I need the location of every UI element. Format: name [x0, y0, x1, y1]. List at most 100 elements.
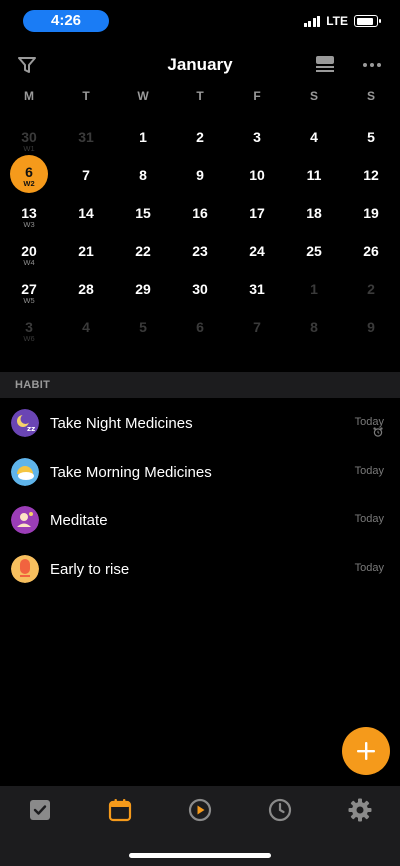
calendar-day[interactable]: 3 W6 — [9, 304, 49, 344]
day-number: 5 — [367, 129, 375, 145]
calendar-day[interactable]: 10 — [237, 152, 277, 192]
day-number: 5 — [139, 319, 147, 335]
habit-label: Meditate — [50, 512, 108, 529]
calendar-day[interactable]: 22 — [123, 228, 163, 268]
calendar-day[interactable]: 2 — [180, 114, 220, 154]
calendar-day[interactable]: 16 — [180, 190, 220, 230]
calendar-day[interactable]: 28 — [66, 266, 106, 306]
calendar-day[interactable]: 12 — [351, 152, 391, 192]
calendar-day[interactable]: 17 — [237, 190, 277, 230]
svg-text:zz: zz — [27, 425, 35, 433]
calendar-day[interactable]: 21 — [66, 228, 106, 268]
day-number: 15 — [135, 205, 151, 221]
home-indicator — [129, 853, 271, 858]
weekday-label: W — [137, 89, 149, 103]
add-button[interactable] — [342, 727, 390, 775]
calendar-day[interactable]: 1 — [294, 266, 334, 306]
calendar-day[interactable]: 15 — [123, 190, 163, 230]
calendar-day[interactable]: 1 — [123, 114, 163, 154]
calendar-day[interactable]: 8 — [294, 304, 334, 344]
habit-section-header: HABIT — [0, 372, 400, 398]
calendar-day[interactable]: 8 — [123, 152, 163, 192]
day-number: 18 — [306, 205, 322, 221]
day-number: 7 — [253, 319, 261, 335]
week-number: W2 — [23, 179, 35, 188]
weekday-label: M — [24, 89, 34, 103]
calendar-day[interactable]: 7 — [237, 304, 277, 344]
calendar-day[interactable]: 25 — [294, 228, 334, 268]
calendar-day[interactable]: 23 — [180, 228, 220, 268]
day-number: 14 — [78, 205, 94, 221]
habit-label: Early to rise — [50, 560, 130, 578]
calendar-day[interactable]: 9 — [351, 304, 391, 344]
week-number: W1 — [23, 144, 35, 153]
calendar-day[interactable]: 30 — [180, 266, 220, 306]
calendar-day[interactable]: 7 — [66, 152, 106, 192]
calendar-day[interactable]: 19 — [351, 190, 391, 230]
calendar-day[interactable]: 2 — [351, 266, 391, 306]
day-number: 29 — [135, 281, 151, 297]
calendar-day[interactable]: 30 W1 — [9, 114, 49, 154]
day-number: 9 — [196, 167, 204, 183]
weekday-label: T — [196, 89, 204, 103]
calendar-header: January — [0, 46, 400, 84]
habit-time: Today — [354, 561, 384, 574]
day-number: 1 — [139, 129, 147, 145]
day-number: 4 — [82, 319, 90, 335]
battery-icon — [354, 15, 381, 27]
battery-level — [356, 17, 373, 25]
calendar-day[interactable]: 20 W4 — [9, 228, 49, 268]
calendar-day[interactable]: 5 — [123, 304, 163, 344]
calendar-view-icon[interactable] — [315, 55, 335, 73]
habit-row[interactable]: Meditate Today — [0, 497, 400, 545]
day-number: 8 — [139, 167, 147, 183]
day-number: 2 — [367, 281, 375, 297]
day-number: 31 — [78, 129, 94, 145]
day-number: 23 — [192, 243, 208, 259]
calendar-day[interactable]: 27 W5 — [9, 266, 49, 306]
task-checkbox-icon[interactable] — [28, 798, 52, 822]
calendar-day-today[interactable]: 6 W2 — [10, 155, 48, 193]
signal-icon — [303, 15, 321, 27]
calendar-day[interactable]: 14 — [66, 190, 106, 230]
calendar-day[interactable]: 29 — [123, 266, 163, 306]
meditate-icon — [11, 506, 39, 534]
status-time: 4:26 — [23, 10, 109, 32]
moon-sleep-icon: zz — [11, 409, 39, 437]
day-number: 25 — [306, 243, 322, 259]
clock-icon[interactable] — [268, 798, 292, 822]
calendar-day[interactable]: 31 — [237, 266, 277, 306]
calendar-day[interactable]: 24 — [237, 228, 277, 268]
day-number: 2 — [196, 129, 204, 145]
more-icon[interactable] — [362, 62, 382, 68]
habit-row[interactable]: zz Take Night Medicines Today — [0, 400, 400, 448]
day-number: 7 — [82, 167, 90, 183]
calendar-day[interactable]: 31 — [66, 114, 106, 154]
habit-row[interactable]: Take Morning Medicines Today — [0, 449, 400, 497]
calendar-day[interactable]: 3 — [237, 114, 277, 154]
week-number: W6 — [23, 334, 35, 343]
settings-gear-icon[interactable] — [348, 798, 372, 822]
calendar-icon[interactable] — [108, 798, 132, 822]
calendar-day[interactable]: 4 — [66, 304, 106, 344]
calendar-day[interactable]: 11 — [294, 152, 334, 192]
calendar-day[interactable]: 6 — [180, 304, 220, 344]
early-rise-icon — [11, 554, 39, 583]
status-bar: 4:26 LTE — [0, 0, 400, 44]
day-number: 21 — [78, 243, 94, 259]
play-focus-icon[interactable] — [188, 798, 212, 822]
calendar-day[interactable]: 18 — [294, 190, 334, 230]
calendar-day[interactable]: 26 — [351, 228, 391, 268]
habit-label: Take Night Medicines — [50, 415, 193, 432]
day-number: 31 — [249, 281, 265, 297]
calendar-day[interactable]: 5 — [351, 114, 391, 154]
calendar-day[interactable]: 13 W3 — [9, 190, 49, 230]
day-number: 22 — [135, 243, 151, 259]
month-title[interactable]: January — [0, 55, 400, 75]
sun-cloud-icon — [11, 457, 39, 486]
habit-row[interactable]: Early to rise Today — [0, 546, 400, 594]
calendar-day[interactable]: 9 — [180, 152, 220, 192]
day-number: 8 — [310, 319, 318, 335]
weekday-label: S — [366, 89, 375, 103]
calendar-day[interactable]: 4 — [294, 114, 334, 154]
